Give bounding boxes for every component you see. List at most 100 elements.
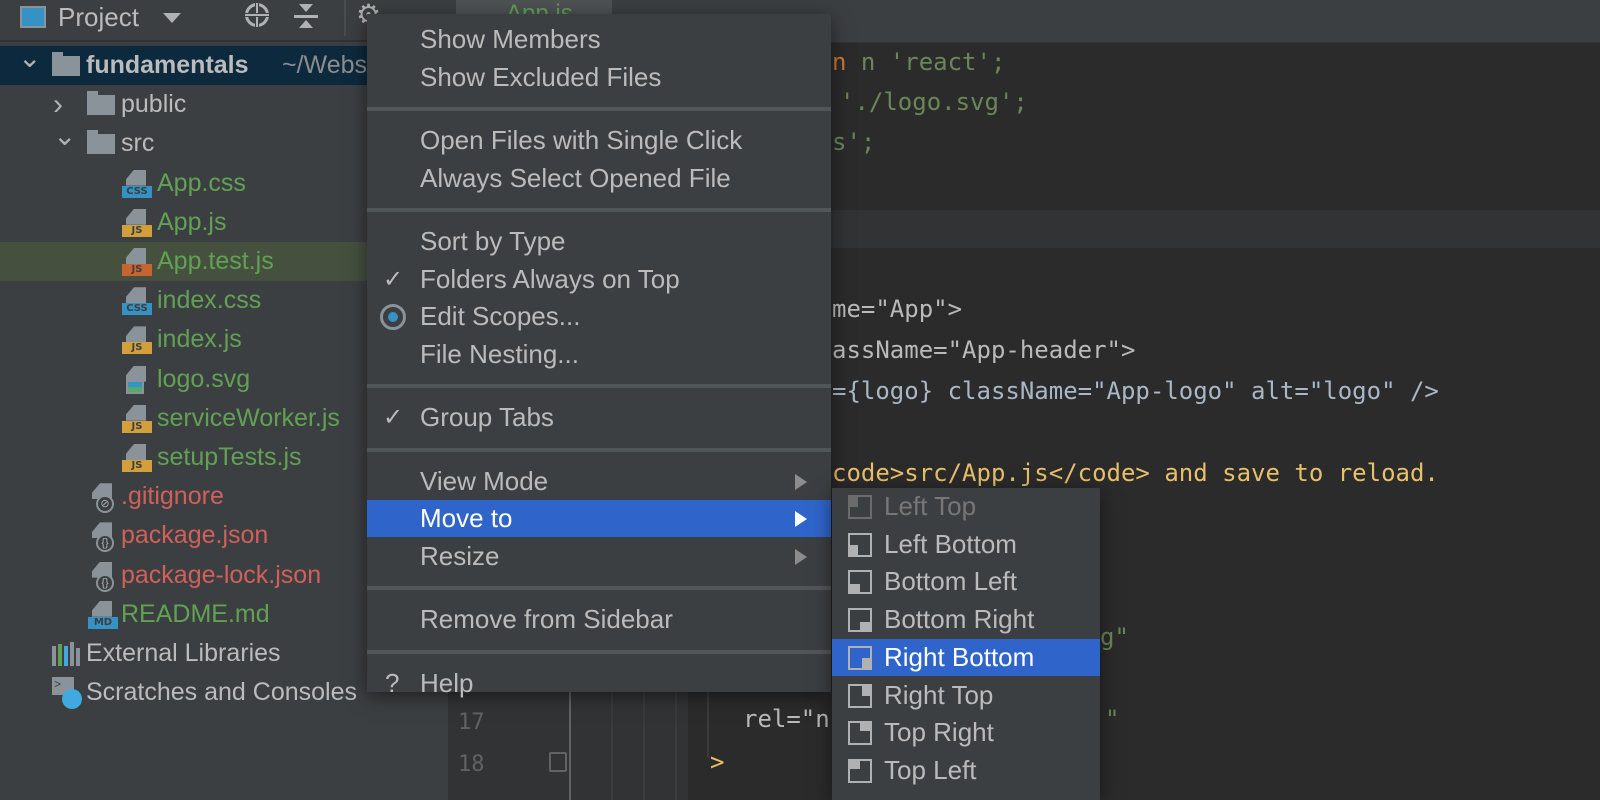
- tree-item-label: External Libraries: [86, 639, 281, 667]
- menu-item-label: Open Files with Single Click: [420, 125, 743, 155]
- fold-guide: [569, 692, 571, 800]
- submenu-item-top-right[interactable]: Top Right: [832, 714, 1100, 751]
- indent-guide: [611, 692, 613, 800]
- tree-item-label: App.js: [157, 207, 227, 236]
- checkmark-icon: ✓: [383, 404, 404, 431]
- menu-separator: [367, 649, 831, 654]
- menu-item-open-files-with-single-click[interactable]: Open Files with Single Click: [367, 122, 831, 159]
- folder-icon: [52, 52, 80, 76]
- code-line-6: ={logo} className="App-logo" alt="logo" …: [832, 377, 1439, 405]
- submenu-item-bottom-left[interactable]: Bottom Left: [832, 563, 1100, 600]
- menu-item-label: Resize: [420, 540, 500, 571]
- menu-item-help[interactable]: ? Help: [367, 665, 831, 702]
- bottom-left-anchor-icon: [848, 570, 872, 595]
- submenu-item-right-top[interactable]: Right Top: [832, 677, 1100, 714]
- menu-separator: [367, 208, 831, 212]
- help-icon: ?: [385, 667, 400, 698]
- chevron-down-icon[interactable]: [163, 13, 181, 23]
- tree-item-label: logo.svg: [157, 364, 251, 393]
- json-file-icon: {}: [88, 522, 118, 553]
- menu-item-move-to[interactable]: Move to: [367, 500, 831, 537]
- right-bottom-anchor-icon: [848, 645, 872, 670]
- menu-separator: [367, 384, 831, 388]
- code-line-9-end: ": [1105, 705, 1120, 733]
- submenu-item-label: Bottom Left: [884, 566, 1017, 597]
- submenu-item-top-left[interactable]: Top Left: [832, 752, 1100, 789]
- chevron-down-icon[interactable]: ⌄: [53, 116, 76, 155]
- menu-item-show-excluded-files[interactable]: Show Excluded Files: [367, 59, 831, 96]
- menu-item-label: Edit Scopes...: [420, 301, 581, 331]
- menu-item-edit-scopes[interactable]: Edit Scopes...: [367, 298, 831, 335]
- tree-item-label: README.md: [121, 599, 270, 628]
- scratches-icon: >: [52, 677, 84, 710]
- menu-item-view-mode[interactable]: View Mode: [367, 463, 831, 500]
- svg-file-icon: [122, 365, 152, 394]
- js-file-icon: JS: [122, 444, 152, 472]
- library-icon: [52, 642, 82, 666]
- submenu-item-left-bottom[interactable]: Left Bottom: [832, 526, 1100, 563]
- indent-guide: [643, 692, 645, 800]
- menu-item-label: Group Tabs: [420, 402, 554, 432]
- bottom-right-anchor-icon: [848, 608, 872, 633]
- menu-item-label: Folders Always on Top: [420, 263, 680, 294]
- submenu-arrow-icon: [795, 548, 807, 565]
- menu-item-label: Show Excluded Files: [420, 61, 662, 92]
- menu-item-label: File Nesting...: [420, 338, 579, 369]
- code-line-10: >: [710, 748, 725, 776]
- menu-separator: [367, 107, 831, 111]
- line-number: 18: [458, 752, 485, 777]
- menu-item-show-members[interactable]: Show Members: [367, 21, 831, 58]
- indent-guide: [675, 692, 677, 800]
- menu-item-folders-always-on-top[interactable]: ✓ Folders Always on Top: [367, 261, 831, 298]
- radio-scope-icon: [380, 304, 406, 330]
- submenu-item-right-bottom[interactable]: Right Bottom: [832, 638, 1100, 676]
- code-line-3: s';: [832, 128, 876, 156]
- js-file-icon: JS: [122, 404, 152, 433]
- submenu-item-left-top: Left Top: [832, 488, 1100, 525]
- code-line-5: assName="App-header">: [832, 336, 1136, 364]
- menu-item-always-select-opened-file[interactable]: Always Select Opened File: [367, 160, 831, 197]
- code-line-7: code>src/App.js</code> and save to reloa…: [832, 459, 1439, 487]
- folder-icon: [87, 91, 115, 116]
- right-top-anchor-icon: [848, 683, 872, 708]
- top-right-anchor-icon: [848, 721, 872, 746]
- locate-file-icon[interactable]: [245, 3, 269, 27]
- css-file-icon: CSS: [122, 287, 152, 316]
- fold-marker-icon[interactable]: [549, 752, 567, 772]
- code-text: n 'react';: [860, 48, 1006, 76]
- menu-item-label: View Mode: [420, 465, 549, 496]
- submenu-arrow-icon: [795, 511, 807, 527]
- menu-item-label: Sort by Type: [420, 226, 566, 256]
- code-line-9: rel="nc: [743, 705, 845, 733]
- line-number: 17: [458, 710, 485, 735]
- menu-item-label: Show Members: [420, 24, 601, 54]
- submenu-item-label: Right Bottom: [884, 641, 1035, 672]
- submenu-item-label: Left Bottom: [884, 528, 1017, 559]
- menu-item-group-tabs[interactable]: ✓ Group Tabs: [367, 399, 831, 436]
- tree-item-label: index.js: [157, 325, 242, 354]
- tree-item-label: setupTests.js: [157, 443, 302, 471]
- menu-item-label: Always Select Opened File: [420, 162, 731, 193]
- menu-item-resize[interactable]: Resize: [367, 538, 831, 575]
- tree-item-label: App.test.js: [157, 247, 274, 275]
- project-view-selector[interactable]: Project: [58, 2, 139, 33]
- menu-item-sort-by-type[interactable]: Sort by Type: [367, 223, 831, 260]
- menu-separator: [367, 447, 831, 452]
- project-path: ~/Webs: [282, 51, 367, 79]
- move-to-submenu: Left Top Left Bottom Bottom Left Bottom Rig…: [832, 488, 1100, 800]
- checkmark-icon: ✓: [383, 265, 404, 293]
- toolbar-divider: [344, 0, 346, 36]
- css-file-icon: CSS: [122, 169, 152, 198]
- menu-separator: [367, 586, 831, 590]
- menu-item-remove-from-sidebar[interactable]: Remove from Sidebar: [367, 601, 831, 638]
- menu-item-file-nesting[interactable]: File Nesting...: [367, 336, 831, 373]
- collapse-all-icon[interactable]: [294, 4, 318, 28]
- project-options-menu: Show Members Show Excluded Files Open File…: [367, 14, 831, 698]
- top-left-anchor-icon: [848, 758, 872, 783]
- chevron-down-icon[interactable]: ⌄: [18, 38, 41, 77]
- tree-item-label: package-lock.json: [121, 560, 322, 589]
- js-file-icon: JS: [122, 208, 152, 237]
- tree-item-label: App.css: [157, 168, 246, 197]
- submenu-item-bottom-right[interactable]: Bottom Right: [832, 601, 1100, 638]
- tree-item-label: src: [121, 129, 155, 158]
